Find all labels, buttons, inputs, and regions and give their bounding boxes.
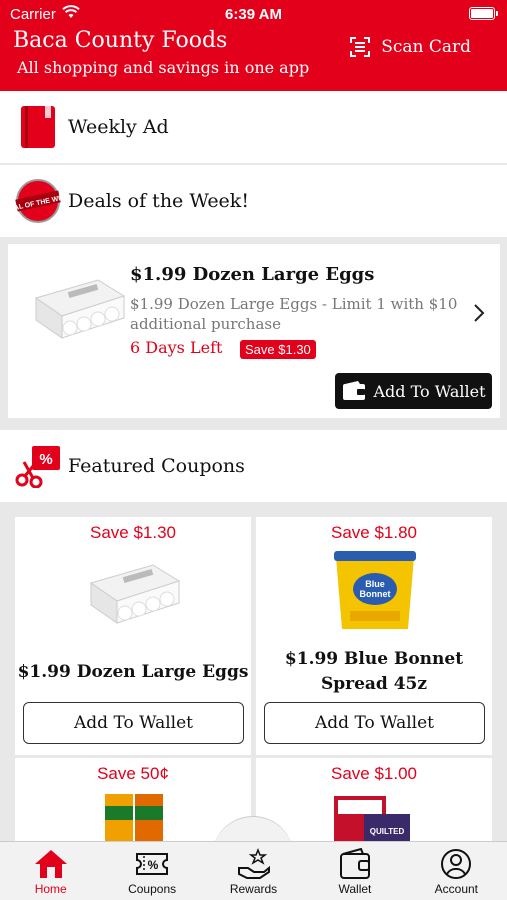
book-icon [8,97,68,157]
coupon-save: Save $1.80 [330,523,417,542]
tab-home[interactable]: Home [0,842,101,900]
deal-title: $1.99 Dozen Large Eggs [130,264,375,285]
weekly-ad-label: Weekly Ad [68,116,169,138]
coupon-scissors-icon: % [8,436,68,496]
coupon-save: Save $1.00 [330,764,417,783]
featured-coupons-row: % Featured Coupons [0,430,507,502]
deal-add-to-wallet-button[interactable]: Add To Wallet [335,373,492,409]
tab-wallet-label: Wallet [338,882,372,896]
tab-coupons[interactable]: % Coupons [101,842,202,900]
paper-towels-image: QUILTED [334,796,410,846]
deal-badge-icon: DEAL OF THE WEEK [8,171,68,231]
coupon-icon: % [136,853,169,875]
rewards-icon [237,848,270,879]
deal-card[interactable]: $1.99 Dozen Large Eggs $1.99 Dozen Large… [8,244,500,418]
scan-icon [350,37,371,57]
tab-rewards[interactable]: Rewards [203,842,304,900]
app-subtitle: All shopping and savings in one app [17,58,310,77]
clock: 6:39 AM [225,6,282,23]
featured-coupons-label: Featured Coupons [68,455,245,477]
eggs-carton-image [89,564,181,624]
deal-wallet-label: Add To Wallet [373,381,486,401]
home-icon [34,850,67,878]
deal-description: $1.99 Dozen Large Eggs - Limit 1 with $1… [130,295,458,333]
coupon-name: $1.99 Dozen Large Eggs [17,662,249,682]
weekly-ad-row[interactable]: Weekly Ad [0,91,507,163]
coupon-card[interactable]: Save $1.00 QUILTED [256,758,492,848]
juice-cartons-image [105,794,163,846]
coupon-name: $1.99 Blue Bonnet Spread 45z [284,649,464,694]
scan-card-button[interactable]: Scan Card [349,36,471,58]
add-to-wallet-button[interactable]: Add To Wallet [264,702,485,744]
svg-text:QUILTED: QUILTED [370,827,405,836]
deals-of-week-row[interactable]: DEAL OF THE WEEK Deals of the Week! [0,165,507,237]
tab-coupons-label: Coupons [128,882,177,896]
scan-card-label: Scan Card [381,37,471,57]
tab-wallet[interactable]: Wallet [304,842,405,900]
svg-text:%: % [148,858,159,872]
deal-days-left: 6 Days Left [130,338,223,357]
coupon-card[interactable]: Save $1.80 Blue Bonnet $1.99 Blue Bonnet… [256,517,492,755]
save-badge: Save $1.30 [240,340,316,359]
tab-rewards-label: Rewards [229,882,278,896]
account-icon [441,849,472,879]
chevron-right-icon[interactable] [472,302,486,324]
deals-of-week-label: Deals of the Week! [68,190,249,212]
eggs-carton-image [34,279,126,339]
tab-home-label: Home [34,882,67,896]
coupon-card[interactable]: Save 50¢ [15,758,251,848]
butter-tub-image: Blue Bonnet [334,551,416,629]
svg-text:Bonnet: Bonnet [360,589,391,599]
svg-text:Blue: Blue [365,579,385,589]
tab-account-label: Account [434,882,478,896]
coupon-card[interactable]: Save $1.30 $1.99 Dozen Large Eggs Add To… [15,517,251,755]
wallet-icon [339,848,370,879]
tab-account[interactable]: Account [406,842,507,900]
add-to-wallet-button[interactable]: Add To Wallet [23,702,244,744]
app-header: Carrier 6:39 AM Baca County Foods All sh… [0,0,507,91]
coupon-save: Save $1.30 [89,523,176,542]
tab-bar: Home % Coupons Rewards Wallet Account [0,841,507,900]
wallet-icon [342,381,365,400]
coupon-save: Save 50¢ [97,764,169,783]
svg-text:%: % [39,451,52,468]
battery-icon [469,7,498,20]
status-bar: Carrier 6:39 AM [0,4,507,24]
app-title: Baca County Foods [13,28,228,53]
